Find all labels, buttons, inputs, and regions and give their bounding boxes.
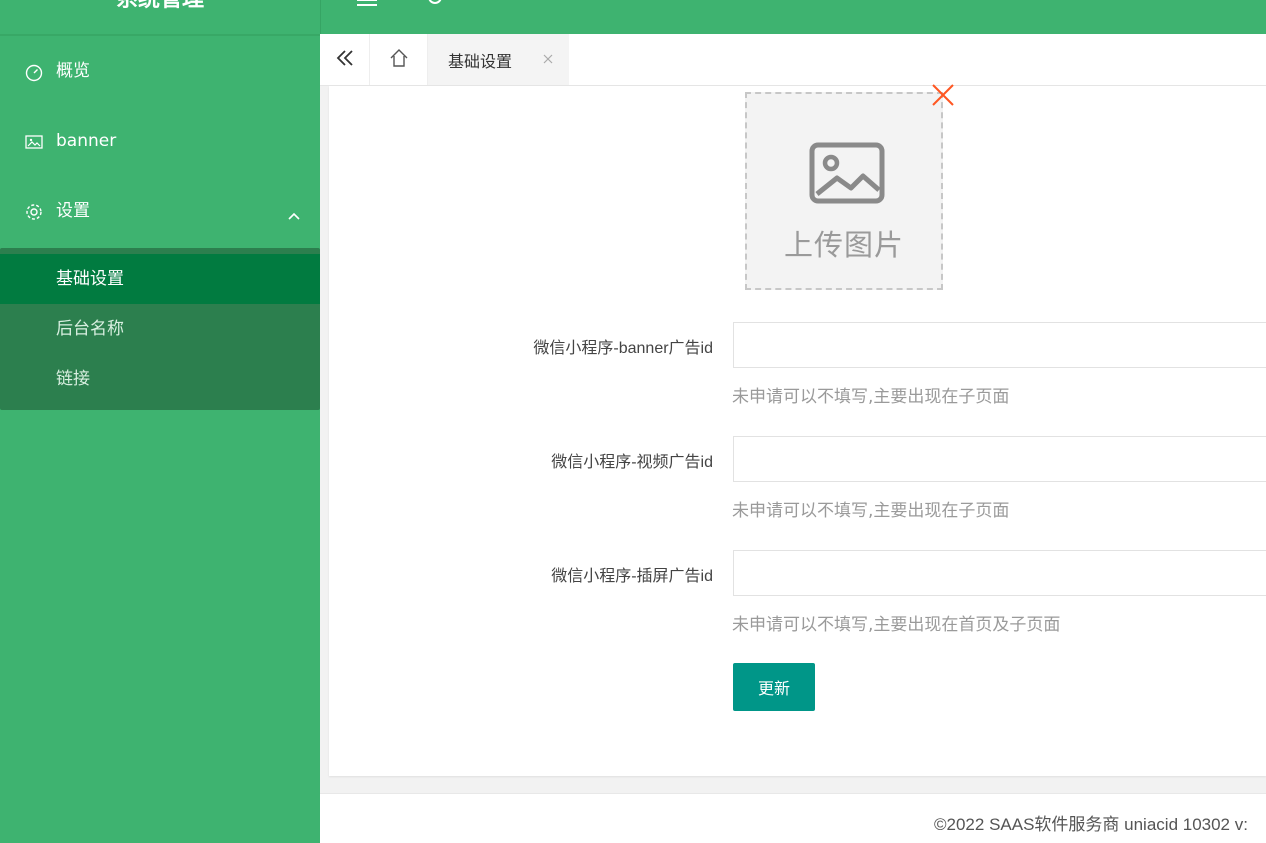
upload-text: 上传图片 <box>783 228 904 262</box>
menu-toggle-icon[interactable] <box>357 0 377 6</box>
sidebar-item-settings[interactable]: 设置 <box>0 186 320 236</box>
tab-bar: 基础设置 <box>320 34 1266 86</box>
refresh-icon[interactable] <box>428 0 442 4</box>
home-tab[interactable] <box>370 34 428 85</box>
footer: ©2022 SAAS软件服务商 uniacid 10302 v: <box>320 793 1266 843</box>
banner-ad-id-label: 微信小程序-banner广告id <box>533 340 713 357</box>
double-chevron-left-icon <box>335 48 355 72</box>
sidebar: 概览 banner 设置 基础设置 后台名称 链接 <box>0 34 320 843</box>
remove-image-icon[interactable] <box>930 82 956 108</box>
sidebar-subitem-admin-name[interactable]: 后台名称 <box>0 304 320 354</box>
settings-submenu: 基础设置 后台名称 链接 <box>0 248 320 410</box>
video-ad-id-hint: 未申请可以不填写,主要出现在子页面 <box>732 501 1010 521</box>
collapse-tabs-button[interactable] <box>320 34 370 85</box>
form-row-video-ad: 微信小程序-视频广告id 未申请可以不填写,主要出现在子页面 <box>329 436 1266 546</box>
sidebar-subitem-label: 链接 <box>56 369 90 389</box>
sidebar-item-label: 设置 <box>56 201 90 221</box>
sidebar-subitem-label: 后台名称 <box>56 319 124 339</box>
settings-form-card: 上传图片 微信小程序-banner广告id 未申请可以不填写,主要出现在子页面 … <box>329 84 1266 776</box>
banner-ad-id-hint: 未申请可以不填写,主要出现在子页面 <box>732 387 1010 407</box>
interstitial-ad-id-input[interactable] <box>733 550 1266 596</box>
form-row-interstitial-ad: 微信小程序-插屏广告id 未申请可以不填写,主要出现在首页及子页面 <box>329 550 1266 660</box>
image-icon <box>24 132 44 152</box>
dashboard-icon <box>24 62 44 82</box>
sidebar-item-overview[interactable]: 概览 <box>0 46 320 96</box>
close-icon[interactable] <box>541 51 555 65</box>
tab-label: 基础设置 <box>448 51 513 71</box>
sidebar-subitem-links[interactable]: 链接 <box>0 354 320 404</box>
image-placeholder-icon <box>809 142 885 204</box>
video-ad-id-label: 微信小程序-视频广告id <box>551 454 713 471</box>
app-title: 系统管理 <box>0 0 320 18</box>
banner-ad-id-input[interactable] <box>733 322 1266 368</box>
sidebar-item-label: banner <box>56 131 117 151</box>
brand-divider <box>320 0 321 34</box>
form-row-banner-ad: 微信小程序-banner广告id 未申请可以不填写,主要出现在子页面 <box>329 322 1266 432</box>
tab-basic-settings[interactable]: 基础设置 <box>428 34 569 85</box>
interstitial-ad-id-hint: 未申请可以不填写,主要出现在首页及子页面 <box>732 615 1061 635</box>
image-upload-box[interactable]: 上传图片 <box>745 92 943 290</box>
sidebar-subitem-label: 基础设置 <box>56 269 124 289</box>
sidebar-item-label: 概览 <box>56 61 90 81</box>
top-bar: 系统管理 <box>0 0 1266 34</box>
sidebar-item-banner[interactable]: banner <box>0 116 320 166</box>
footer-copyright: ©2022 SAAS软件服务商 uniacid 10302 v: <box>934 815 1248 834</box>
interstitial-ad-id-label: 微信小程序-插屏广告id <box>551 568 713 585</box>
update-button[interactable]: 更新 <box>733 663 815 711</box>
home-icon <box>388 47 410 73</box>
gear-icon <box>24 202 44 222</box>
chevron-up-icon <box>286 194 302 220</box>
sidebar-subitem-basic-settings[interactable]: 基础设置 <box>0 254 320 304</box>
video-ad-id-input[interactable] <box>733 436 1266 482</box>
